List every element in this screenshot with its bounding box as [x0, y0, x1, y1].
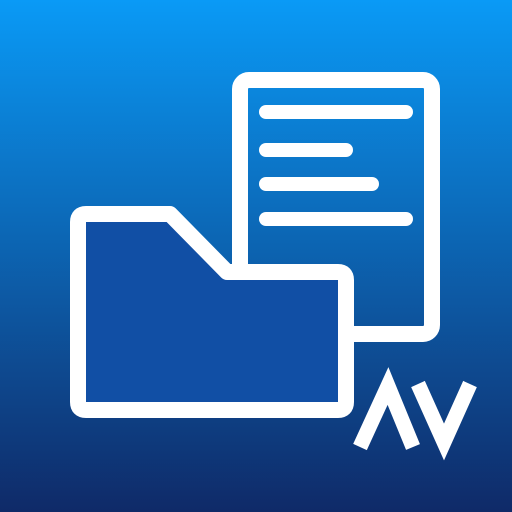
app-icon — [0, 0, 512, 512]
app-icon-graphic — [0, 0, 512, 512]
